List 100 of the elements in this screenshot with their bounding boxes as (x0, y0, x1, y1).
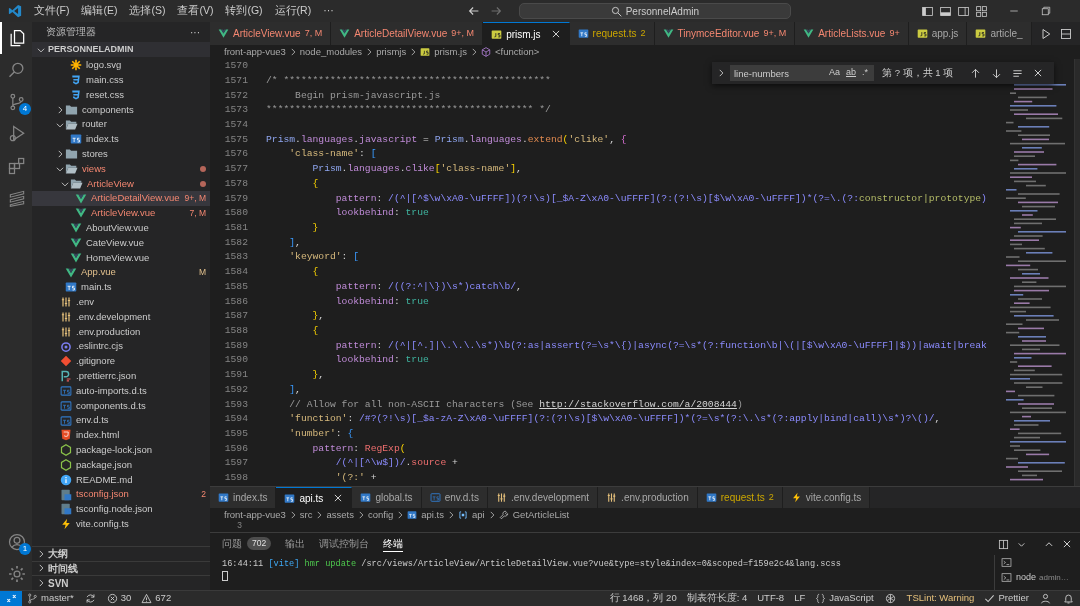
tree-item[interactable]: README.md (32, 472, 210, 488)
tree-item[interactable]: .env.development (32, 309, 210, 325)
editor-tab[interactable]: index.ts (210, 487, 277, 508)
tangle-icon[interactable] (884, 593, 896, 604)
editor-tab[interactable]: prism.js (483, 22, 570, 45)
sync-icon[interactable] (84, 593, 96, 604)
panel-tab[interactable]: 输出 (285, 536, 306, 552)
close-icon[interactable] (550, 29, 561, 39)
tree-item[interactable]: components (32, 102, 210, 118)
panel-tab[interactable]: 终端 (383, 536, 404, 552)
tree-item[interactable]: ArticleView (32, 176, 210, 192)
editor-tab[interactable]: env.d.ts (421, 487, 488, 508)
section-header[interactable]: PERSONNELADMIN (32, 42, 210, 57)
tree-item[interactable]: router (32, 117, 210, 132)
breadcrumb-item[interactable]: prismjs (374, 44, 409, 60)
more-actions-button[interactable]: ··· (188, 24, 202, 40)
status-item[interactable]: JavaScript (810, 590, 879, 606)
tree-item[interactable]: .eslintrc.cjs (32, 339, 210, 354)
editor-tab[interactable]: request.ts 2 (569, 22, 655, 45)
tree-item[interactable]: env.d.ts (32, 413, 210, 428)
menu-item[interactable]: 查看(V) (171, 3, 220, 19)
breadcrumb-item[interactable]: front-app-vue3 (222, 507, 288, 523)
tree-item[interactable]: .prettierrc.json (32, 368, 210, 384)
arrow-up-icon[interactable] (970, 67, 982, 79)
section-header[interactable]: 大纲 (32, 545, 210, 561)
tree-item[interactable]: tsconfig.node.json (32, 501, 210, 517)
split-editor-icon[interactable] (1059, 27, 1072, 40)
terminal-item[interactable]: node admin… (1001, 570, 1080, 585)
tree-item[interactable]: components.d.ts (32, 398, 210, 414)
tree-item[interactable]: .env.production (32, 324, 210, 340)
toggle-replace-icon[interactable] (716, 68, 726, 78)
breadcrumb-item[interactable]: <function> (478, 44, 542, 60)
menu-item[interactable]: 转到(G) (219, 3, 269, 19)
tree-item[interactable]: ArticleDetailView.vue 9+, M (32, 191, 210, 206)
breadcrumb-item[interactable]: api.ts (405, 507, 446, 523)
run-icon[interactable] (1039, 27, 1052, 40)
activity-bar-button[interactable]: 4 (0, 86, 32, 118)
editor-tab[interactable]: vite.config.ts (782, 487, 871, 508)
split-icon[interactable] (998, 538, 1009, 550)
breadcrumb-item[interactable]: prism.js (418, 44, 469, 60)
tree-item[interactable]: ArticleView.vue 7, M (32, 205, 210, 221)
close-icon[interactable] (1062, 539, 1072, 549)
breadcrumb-item[interactable]: src (297, 507, 315, 523)
find-option-button[interactable]: ab (843, 66, 860, 80)
status-item[interactable]: 30 (101, 590, 137, 606)
menu-item[interactable]: 文件(F) (28, 3, 76, 19)
breadcrumb-item[interactable]: assets (324, 507, 356, 523)
section-header[interactable]: 时间线 (32, 560, 210, 576)
menu-item[interactable]: 选择(S) (123, 3, 172, 19)
menu-item[interactable]: ··· (317, 3, 340, 19)
tree-item[interactable]: HomeView.vue (32, 250, 210, 266)
find-option-button[interactable]: Aa (826, 66, 843, 80)
remote-button[interactable] (0, 590, 22, 606)
menu-item[interactable]: 编辑(E) (75, 3, 124, 19)
sidebar-toggle-icon[interactable] (920, 4, 934, 18)
tree-item[interactable]: index.ts (32, 132, 210, 147)
status-item[interactable]: Prettier (979, 590, 1034, 606)
status-item[interactable]: 672 (136, 590, 177, 606)
close-icon[interactable] (1033, 68, 1044, 78)
command-center[interactable]: PersonnelAdmin (518, 3, 791, 19)
editor-tab[interactable]: ArticleLists.vue 9+ (795, 22, 909, 45)
editor-tab[interactable]: api.ts (276, 487, 353, 508)
tree-item[interactable]: App.vue M (32, 265, 210, 280)
editor-tab[interactable]: ArticleDetailView.vue 9+, M (331, 22, 484, 45)
menu-item[interactable]: 运行(R) (268, 3, 318, 19)
tree-item[interactable]: index.html (32, 427, 210, 443)
breadcrumb-item[interactable]: node_modules (297, 44, 365, 60)
panel-toggle-icon[interactable] (938, 4, 952, 18)
tree-item[interactable]: auto-imports.d.ts (32, 383, 210, 399)
tree-item[interactable]: logo.svg (32, 58, 210, 73)
find-option-button[interactable]: .* (859, 66, 872, 80)
tree-item[interactable]: tsconfig.json 2 (32, 487, 210, 502)
breadcrumb-item[interactable]: front-app-vue3 (222, 44, 288, 60)
editor-tab[interactable]: .env.production (598, 487, 698, 508)
find-input[interactable]: line-numbers (730, 65, 826, 81)
panel-tab[interactable]: 调试控制台 (319, 536, 370, 552)
status-item[interactable]: 行 1468，列 20 (604, 590, 682, 606)
tree-item[interactable]: .gitignore (32, 353, 210, 369)
status-item[interactable]: 制表符长度: 4 (681, 590, 753, 606)
tree-item[interactable]: .env (32, 294, 210, 310)
activity-bar-button[interactable]: 1 (0, 526, 32, 558)
secondary-sidebar-icon[interactable] (956, 4, 970, 18)
tree-item[interactable]: package.json (32, 457, 210, 473)
status-item[interactable]: UTF-8 (752, 590, 790, 606)
breadcrumb-item[interactable]: GetArticleList (496, 507, 572, 523)
restore-icon[interactable] (1040, 5, 1052, 17)
editor-tab[interactable]: request.ts 2 (697, 487, 783, 508)
tree-item[interactable]: main.css (32, 72, 210, 88)
person-icon[interactable] (1040, 593, 1051, 604)
close-icon[interactable] (333, 493, 344, 503)
editor-tab[interactable]: .env.development (487, 487, 599, 508)
panel-tab[interactable]: 问题 702 (222, 536, 272, 552)
tree-item[interactable]: vite.config.ts (32, 516, 210, 532)
tree-item[interactable]: views (32, 161, 210, 177)
status-item[interactable]: LF (789, 590, 811, 606)
editor-tab[interactable]: global.ts (352, 487, 422, 508)
editor-tab[interactable]: article_ (967, 22, 1032, 45)
tree-item[interactable]: AboutView.vue (32, 220, 210, 236)
status-item[interactable]: master* (22, 590, 79, 606)
editor-tab[interactable]: TinymceEditor.vue 9+, M (654, 22, 796, 45)
